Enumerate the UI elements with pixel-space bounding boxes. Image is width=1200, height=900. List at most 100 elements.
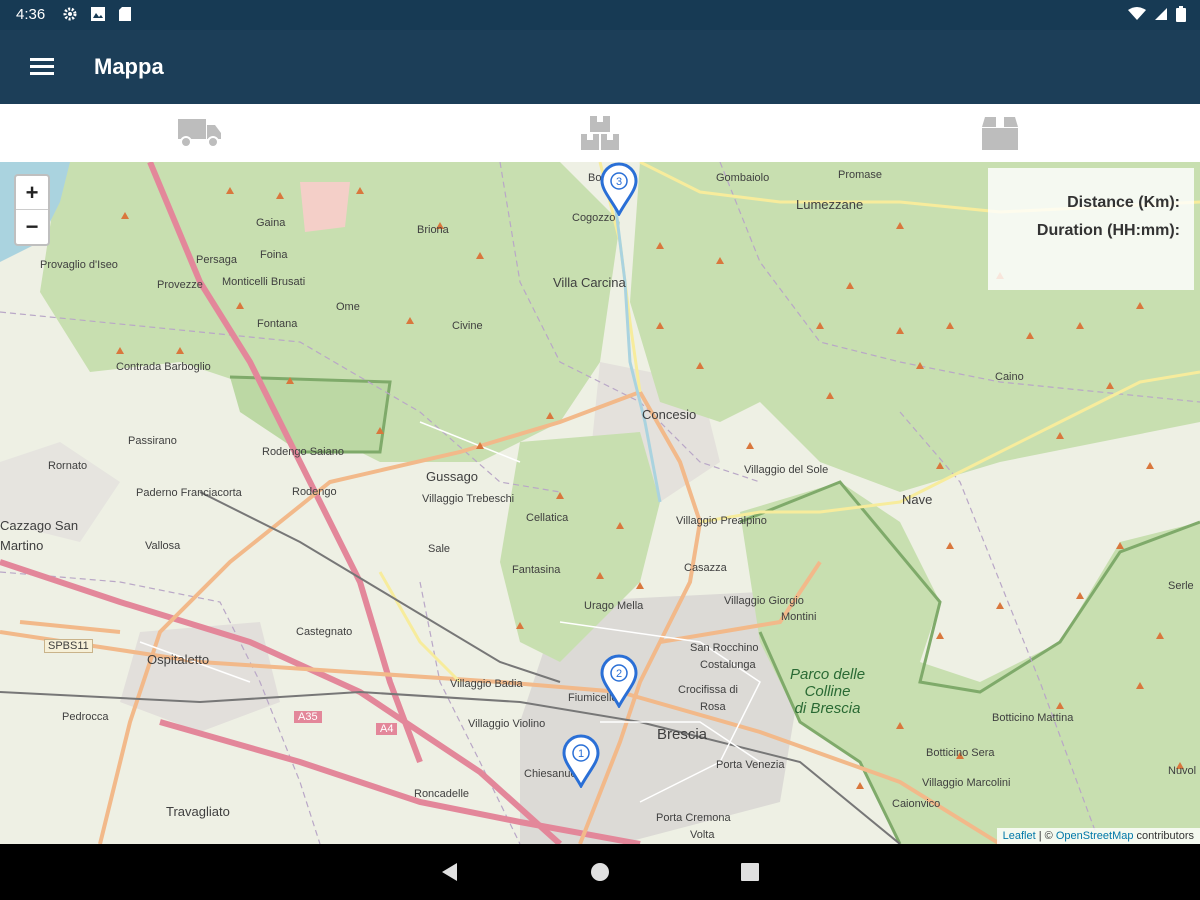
place-label: Lumezzane [796, 197, 864, 212]
back-button[interactable] [438, 860, 462, 884]
place-label: Paderno Franciacorta [136, 487, 242, 499]
place-label: Brescia [657, 726, 708, 743]
tab-bar [0, 104, 1200, 162]
park-label-line: Parco delle [790, 666, 866, 683]
page-title: Mappa [94, 54, 164, 79]
status-bar: 4:36 [0, 0, 1200, 30]
place-label: Caino [995, 371, 1024, 383]
place-label: Ome [336, 301, 360, 313]
place-label: Civine [452, 320, 483, 332]
place-label: Crocifissa di [678, 684, 738, 696]
recents-icon [741, 863, 759, 881]
place-label: Villaggio del Sole [744, 464, 829, 476]
place-label: Rodengo [292, 486, 337, 498]
place-label: Pedrocca [62, 711, 109, 723]
place-label: Sale [428, 543, 451, 555]
place-label: Provaglio d'Iseo [40, 259, 118, 271]
osm-link[interactable]: OpenStreetMap [1056, 830, 1134, 842]
recents-button[interactable] [738, 860, 762, 884]
status-icons-left [62, 6, 132, 22]
park-label-line: di Brescia [794, 700, 861, 717]
place-label: Rosa [700, 701, 726, 713]
hamburger-icon [30, 58, 54, 75]
place-label: Passirano [128, 435, 177, 447]
place-label: Castegnato [296, 626, 353, 638]
route-info-box: Distance (Km): Duration (HH:mm): [988, 168, 1194, 290]
place-label: Cazzago San [0, 518, 79, 533]
wifi-icon [1128, 7, 1146, 20]
truck-icon [178, 119, 221, 148]
place-label: Casazza [684, 562, 727, 574]
place-label: Travagliato [166, 804, 230, 819]
zoom-out-button[interactable]: − [16, 210, 48, 244]
place-label: Caionvico [892, 798, 941, 810]
route-marker-1[interactable]: 1 [562, 734, 600, 790]
attribution-suffix: contributors [1133, 830, 1194, 842]
place-label: Villaggio Violino [468, 718, 546, 730]
box-icon [982, 117, 1018, 150]
settings-icon [63, 7, 77, 21]
place-label: Monticelli Brusati [222, 276, 306, 288]
place-label: Villaggio Giorgio [724, 595, 804, 607]
place-label: Concesio [642, 407, 697, 422]
map-pin-icon: 3 [600, 162, 638, 218]
status-icons-right [1128, 6, 1186, 22]
place-label: Gaina [256, 217, 286, 229]
place-label: Provezze [157, 279, 203, 291]
back-icon [442, 863, 457, 881]
place-label: Ospitaletto [147, 652, 210, 667]
signal-icon [1155, 8, 1167, 20]
place-label: Nuvol [1168, 765, 1197, 777]
place-label: Villaggio Trebeschi [422, 493, 515, 505]
tab-boxes[interactable] [400, 104, 800, 162]
road-shield: A4 [376, 723, 398, 735]
system-nav-bar [0, 844, 1200, 900]
road-shield: A35 [294, 711, 322, 723]
zoom-control: + − [14, 174, 50, 246]
menu-button[interactable] [24, 50, 60, 84]
zoom-in-button[interactable]: + [16, 176, 48, 210]
place-label: Cellatica [526, 512, 569, 524]
tab-truck[interactable] [0, 104, 400, 162]
leaflet-link[interactable]: Leaflet [1003, 830, 1036, 842]
place-label: Urago Mella [584, 600, 644, 612]
place-label: Serle [1168, 580, 1194, 592]
place-label: Villaggio Prealpino [676, 515, 767, 527]
map-view[interactable]: + − Distance (Km): Duration (HH:mm): Bov… [0, 162, 1200, 844]
distance-label: Distance (Km): [1067, 194, 1180, 211]
home-button[interactable] [588, 860, 612, 884]
sd-card-icon [119, 7, 131, 21]
place-label: Martino [0, 538, 44, 553]
place-label: Botticino Mattina [992, 712, 1074, 724]
place-label: Briona [417, 224, 449, 236]
park-label: Parco delle Colline di Brescia [790, 666, 865, 717]
place-label: Volta [690, 829, 715, 841]
home-icon [591, 863, 609, 881]
attribution-separator: | © [1035, 830, 1056, 842]
duration-label: Duration (HH:mm): [1036, 222, 1180, 239]
route-marker-2[interactable]: 2 [600, 654, 638, 710]
route-marker-3[interactable]: 3 [600, 162, 638, 218]
place-label: Persaga [196, 254, 237, 266]
place-label: Contrada Barboglio [116, 361, 211, 373]
place-label: Fantasina [512, 564, 561, 576]
place-label: Fontana [257, 318, 298, 330]
place-label: Villaggio Marcolini [922, 777, 1011, 789]
map-attribution: Leaflet | © OpenStreetMap contributors [996, 828, 1200, 844]
image-icon [91, 7, 105, 21]
place-label: Montini [781, 611, 817, 623]
map-pin-icon: 2 [600, 654, 638, 710]
place-label: Porta Cremona [656, 812, 731, 824]
road-shield: SPBS11 [44, 639, 93, 653]
place-label: Foina [260, 249, 288, 261]
map-pin-icon: 1 [562, 734, 600, 790]
marker-number: 2 [616, 668, 622, 680]
status-time: 4:36 [16, 6, 46, 23]
park-label-line: Colline [804, 683, 851, 700]
tab-box[interactable] [800, 104, 1200, 162]
place-label: Roncadelle [414, 788, 470, 800]
place-label: Rornato [48, 460, 88, 472]
place-label: Villa Carcina [553, 275, 626, 290]
place-label: Porta Venezia [716, 759, 785, 771]
place-label: Villaggio Badia [450, 678, 523, 690]
